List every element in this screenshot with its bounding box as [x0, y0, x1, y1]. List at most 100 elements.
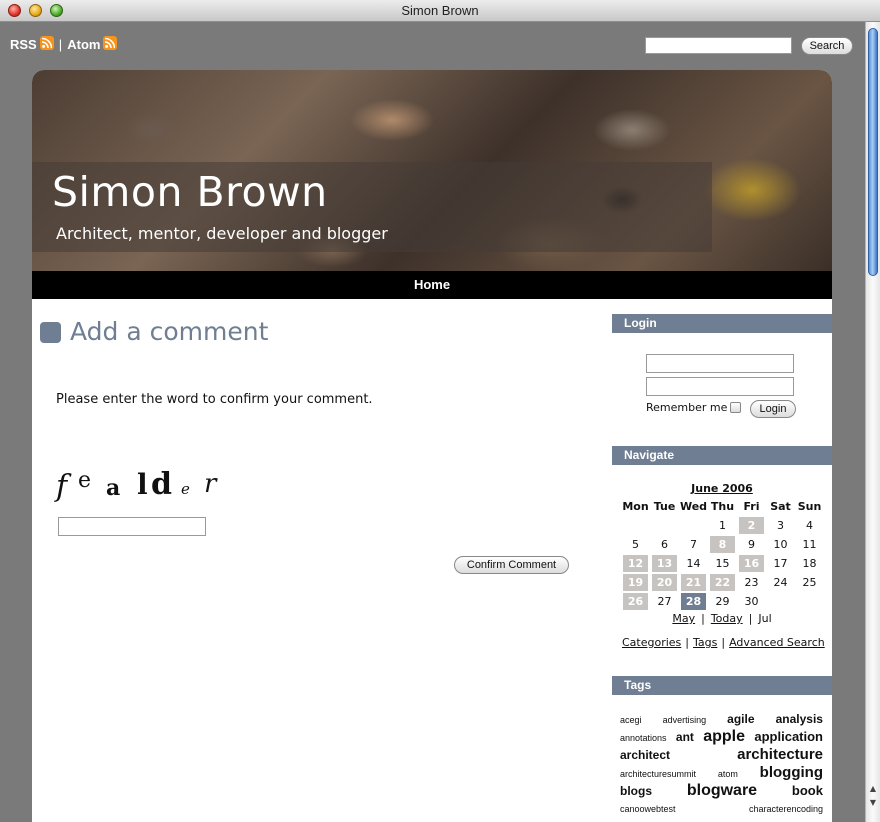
tag-link[interactable]: blogs	[620, 782, 652, 800]
calendar-nav: May | Today | Jul	[612, 612, 832, 625]
advanced-search-link[interactable]: Advanced Search	[729, 636, 825, 649]
atom-feed-icon[interactable]	[103, 36, 118, 50]
calendar-day: 30	[744, 595, 759, 608]
window-title: Simon Brown	[401, 3, 479, 18]
scroll-up-arrow-icon[interactable]: ▲	[867, 782, 879, 796]
tag-row: blogs blogware book	[620, 782, 823, 800]
calendar-day: 27	[657, 595, 672, 608]
tag-link[interactable]: characterencoding	[749, 800, 823, 818]
calendar-day-link[interactable]: 8	[710, 536, 735, 553]
calendar-day-link[interactable]: 12	[623, 555, 648, 572]
scrollbar-thumb[interactable]	[868, 28, 878, 276]
login-button[interactable]: Login	[750, 400, 796, 418]
captcha-letter: l	[137, 468, 148, 501]
tag-link[interactable]: ant	[676, 728, 694, 746]
calendar-day-link[interactable]: 19	[623, 574, 648, 591]
calendar-day: 7	[690, 538, 697, 551]
scroll-down-arrow-icon[interactable]: ▼	[867, 796, 879, 810]
tag-link[interactable]: apple	[703, 728, 745, 746]
tag-link[interactable]: book	[792, 782, 823, 800]
tag-link[interactable]: architect	[620, 746, 670, 764]
calendar-day-link[interactable]: 22	[710, 574, 735, 591]
calendar-next-month-label: Jul	[758, 612, 772, 625]
search-button[interactable]: Search	[801, 37, 853, 55]
tag-link[interactable]: application	[754, 728, 823, 746]
calendar-day	[795, 592, 824, 611]
calendar-nav-separator: |	[748, 612, 753, 625]
calendar-today-link[interactable]: Today	[711, 612, 743, 625]
calendar-day: 10	[773, 538, 788, 551]
search-input[interactable]	[645, 37, 792, 54]
calendar-day	[766, 592, 795, 611]
tag-cloud: acegi advertising agile analysis annotations…	[620, 710, 823, 818]
tag-row: architecturesummit atom blogging	[620, 764, 823, 782]
calendar-day: 23	[744, 576, 759, 589]
remember-me-checkbox[interactable]	[730, 402, 741, 413]
tag-link[interactable]: architecturesummit	[620, 765, 696, 783]
categories-link[interactable]: Categories	[622, 636, 681, 649]
tags-link[interactable]: Tags	[693, 636, 717, 649]
calendar-month-link[interactable]: June 2006	[691, 482, 753, 495]
tag-row: annotations ant apple application	[620, 728, 823, 746]
window-title-bar: Simon Brown	[0, 0, 880, 22]
calendar-day	[621, 516, 650, 535]
calendar-day: 29	[715, 595, 730, 608]
vertical-scrollbar[interactable]: ▲ ▼	[865, 22, 880, 822]
captcha-letter: a	[106, 475, 120, 501]
rss-link[interactable]: RSS	[10, 37, 37, 52]
calendar-weekday-header: Sat	[770, 500, 791, 513]
remember-me-label: Remember me	[646, 401, 728, 414]
calendar-day-link[interactable]: 21	[681, 574, 706, 591]
password-field[interactable]	[646, 377, 794, 396]
tag-link[interactable]: agile	[727, 710, 754, 728]
calendar-today-cell[interactable]: 28	[681, 593, 706, 610]
calendar-day-link[interactable]: 20	[652, 574, 677, 591]
atom-link[interactable]: Atom	[67, 37, 100, 52]
tag-link[interactable]: acegi	[620, 711, 642, 729]
calendar-weekday-header: Sun	[797, 500, 822, 513]
calendar-day: 18	[802, 557, 817, 570]
calendar-day	[650, 516, 679, 535]
tag-link[interactable]: atom	[718, 765, 738, 783]
calendar-prev-month-link[interactable]: May	[672, 612, 695, 625]
tag-link[interactable]: canoowebtest	[620, 800, 676, 818]
heading-square-icon	[40, 322, 61, 343]
tag-link[interactable]: architecture	[737, 746, 823, 764]
page-title: Add a comment	[70, 317, 269, 346]
tag-link[interactable]: annotations	[620, 729, 667, 747]
calendar-day-link[interactable]: 16	[739, 555, 764, 572]
site-title[interactable]: Simon Brown	[52, 168, 328, 216]
calendar-weekday-header: Thu	[710, 500, 735, 513]
tag-link[interactable]: blogware	[687, 782, 757, 800]
feed-separator: |	[58, 37, 63, 52]
feed-links: RSS | Atom	[10, 36, 120, 52]
calendar-day: 4	[806, 519, 813, 532]
calendar-day: 6	[661, 538, 668, 551]
captcha-image: f e a l d e r	[54, 467, 218, 503]
nav-home-link[interactable]: Home	[32, 277, 832, 292]
calendar-day-link[interactable]: 13	[652, 555, 677, 572]
calendar-day-link[interactable]: 2	[739, 517, 764, 534]
calendar-weekday-header: Fri	[743, 500, 760, 513]
tag-link[interactable]: blogging	[760, 764, 823, 782]
captcha-answer-input[interactable]	[58, 517, 206, 536]
calendar-day: 11	[802, 538, 817, 551]
captcha-letter: f	[54, 469, 72, 503]
tags-section-header: Tags	[612, 676, 832, 695]
calendar-weekday-header: Tue	[653, 500, 676, 513]
calendar-day	[679, 516, 708, 535]
calendar-day: 3	[777, 519, 784, 532]
rss-feed-icon[interactable]	[39, 36, 54, 50]
tag-link[interactable]: analysis	[776, 710, 823, 728]
username-field[interactable]	[646, 354, 794, 373]
captcha-instructions: Please enter the word to confirm your co…	[56, 392, 373, 407]
captcha-letter: d	[151, 467, 172, 502]
tag-link[interactable]: advertising	[663, 711, 707, 729]
confirm-comment-button[interactable]: Confirm Comment	[454, 556, 569, 574]
calendar-weekday-header: Mon	[622, 500, 649, 513]
calendar-day: 24	[773, 576, 788, 589]
calendar-day-link[interactable]: 26	[623, 593, 648, 610]
login-section-header: Login	[612, 314, 832, 333]
calendar-day: 9	[748, 538, 755, 551]
calendar-day: 17	[773, 557, 788, 570]
